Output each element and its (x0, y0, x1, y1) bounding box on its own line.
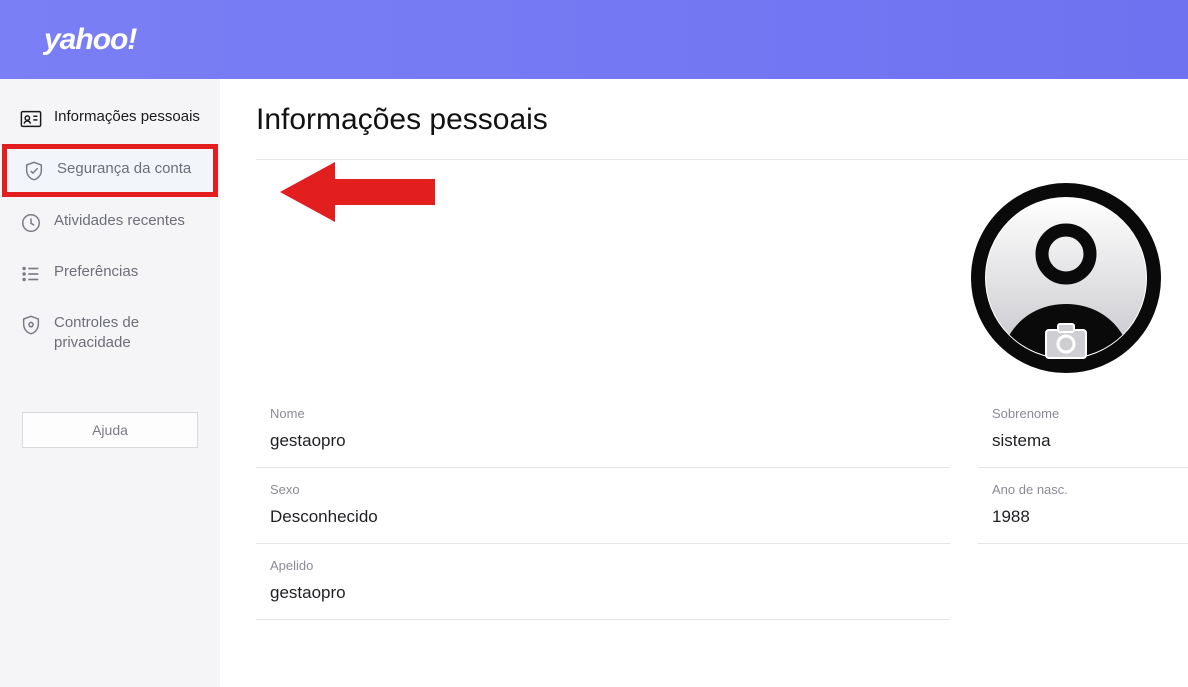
sidebar-item-label: Informações pessoais (54, 107, 200, 127)
field-label: Ano de nasc. (992, 482, 1170, 497)
field-label: Nome (270, 406, 950, 421)
help-button-label: Ajuda (92, 422, 128, 438)
field-value: Desconhecido (270, 507, 950, 527)
field-label: Sexo (270, 482, 950, 497)
sidebar-item-recent-activity[interactable]: Atividades recentes (0, 197, 220, 248)
field-label: Apelido (270, 558, 950, 573)
sidebar-item-preferences[interactable]: Preferências (0, 248, 220, 299)
red-arrow-annotation (280, 157, 450, 232)
main-content: Informações pessoais (220, 79, 1188, 687)
sidebar-item-privacy-controls[interactable]: Controles de privacidade (0, 299, 220, 368)
field-value: gestaopro (270, 583, 950, 603)
field-value: sistema (992, 431, 1170, 451)
app-header: yahoo! (0, 0, 1188, 79)
sidebar-item-label: Controles de privacidade (54, 313, 208, 354)
shield-check-icon (23, 160, 45, 182)
sidebar-item-personal-info[interactable]: Informações pessoais (0, 93, 220, 144)
avatar[interactable] (970, 182, 1162, 374)
gender-field[interactable]: Sexo Desconhecido (256, 468, 950, 544)
sidebar-item-label: Preferências (54, 262, 138, 282)
clock-icon (20, 212, 42, 234)
sidebar-item-account-security[interactable]: Segurança da conta (2, 144, 218, 197)
shield-gear-icon (20, 314, 42, 336)
page-title: Informações pessoais (256, 103, 1188, 137)
list-icon (20, 263, 42, 285)
nickname-field[interactable]: Apelido gestaopro (256, 544, 950, 620)
sidebar-item-label: Atividades recentes (54, 211, 185, 231)
field-value: 1988 (992, 507, 1170, 527)
help-button[interactable]: Ajuda (22, 412, 198, 448)
birth-year-field[interactable]: Ano de nasc. 1988 (978, 468, 1188, 544)
first-name-field[interactable]: Nome gestaopro (256, 392, 950, 468)
id-card-icon (20, 108, 42, 130)
camera-icon (1046, 324, 1086, 358)
field-label: Sobrenome (992, 406, 1170, 421)
field-value: gestaopro (270, 431, 950, 451)
brand-logo: yahoo! (44, 23, 136, 57)
sidebar: Informações pessoais Segurança da conta … (0, 79, 220, 687)
last-name-field[interactable]: Sobrenome sistema (978, 392, 1188, 468)
sidebar-item-label: Segurança da conta (57, 159, 191, 179)
